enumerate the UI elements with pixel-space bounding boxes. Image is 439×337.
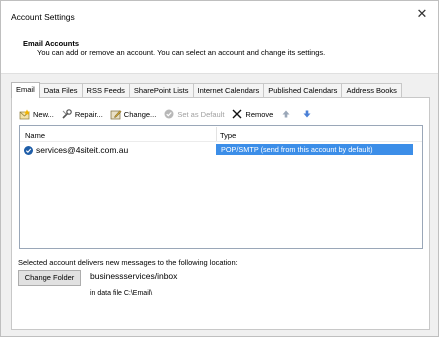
new-mail-icon	[19, 109, 31, 120]
tab-rss-feeds[interactable]: RSS Feeds	[81, 83, 130, 98]
repair-button[interactable]: Repair...	[61, 108, 103, 120]
new-label: New...	[33, 109, 54, 119]
name-column-header[interactable]: Name	[25, 131, 45, 140]
repair-label: Repair...	[74, 109, 103, 119]
move-up-button[interactable]	[280, 109, 294, 120]
delivery-label: Selected account delivers new messages t…	[18, 258, 238, 267]
change-account-icon	[110, 109, 122, 120]
set-as-default-label: Set as Default	[177, 109, 225, 119]
tab-data-files[interactable]: Data Files	[38, 83, 83, 98]
account-name-cell[interactable]: services@4siteit.com.au	[24, 145, 128, 155]
type-column-header[interactable]: Type	[220, 131, 236, 140]
remove-button[interactable]: Remove	[231, 109, 273, 120]
delivery-location: businessservices/inbox	[90, 271, 178, 281]
arrow-up-icon	[280, 109, 292, 120]
header-description: You can add or remove an account. You ca…	[37, 48, 326, 57]
default-check-icon	[163, 109, 175, 120]
remove-label: Remove	[245, 109, 274, 119]
tab-sharepoint-lists[interactable]: SharePoint Lists	[128, 83, 194, 98]
change-label: Change...	[123, 109, 157, 119]
move-down-button[interactable]	[301, 109, 315, 120]
remove-x-icon	[231, 109, 243, 120]
header-divider	[20, 141, 422, 142]
account-settings-window: Account Settings ✕ Email Accounts You ca…	[0, 0, 439, 337]
header-panel: Email Accounts You can add or remove an …	[1, 28, 438, 74]
change-folder-button[interactable]: Change Folder	[18, 270, 81, 286]
default-account-check-icon	[24, 145, 33, 155]
tab-strip: Email Data Files RSS Feeds SharePoint Li…	[11, 82, 402, 98]
tab-published-calendars[interactable]: Published Calendars	[263, 83, 343, 98]
set-as-default-button[interactable]: Set as Default	[163, 109, 224, 120]
close-icon[interactable]: ✕	[414, 7, 430, 23]
tab-internet-calendars[interactable]: Internet Calendars	[192, 83, 265, 98]
tab-address-books[interactable]: Address Books	[341, 83, 402, 98]
account-name: services@4siteit.com.au	[36, 145, 129, 155]
change-button[interactable]: Change...	[110, 109, 157, 120]
data-file-path: in data file C:\Email\	[90, 290, 153, 297]
arrow-down-icon	[301, 109, 313, 120]
account-toolbar: New... Repair... Change... Set as Defaul…	[19, 108, 322, 120]
tab-email[interactable]: Email	[11, 82, 40, 98]
repair-icon	[61, 108, 73, 120]
window-title: Account Settings	[11, 12, 75, 22]
new-account-button[interactable]: New...	[19, 109, 54, 120]
title-bar: Account Settings ✕	[1, 1, 438, 28]
account-type-cell[interactable]: POP/SMTP (send from this account by defa…	[216, 144, 413, 155]
accounts-list[interactable]: Name Type services@4siteit.com.au POP/SM…	[19, 125, 423, 249]
column-divider	[216, 127, 217, 141]
email-tab-panel: New... Repair... Change... Set as Defaul…	[11, 97, 430, 330]
header-title: Email Accounts	[23, 39, 79, 48]
